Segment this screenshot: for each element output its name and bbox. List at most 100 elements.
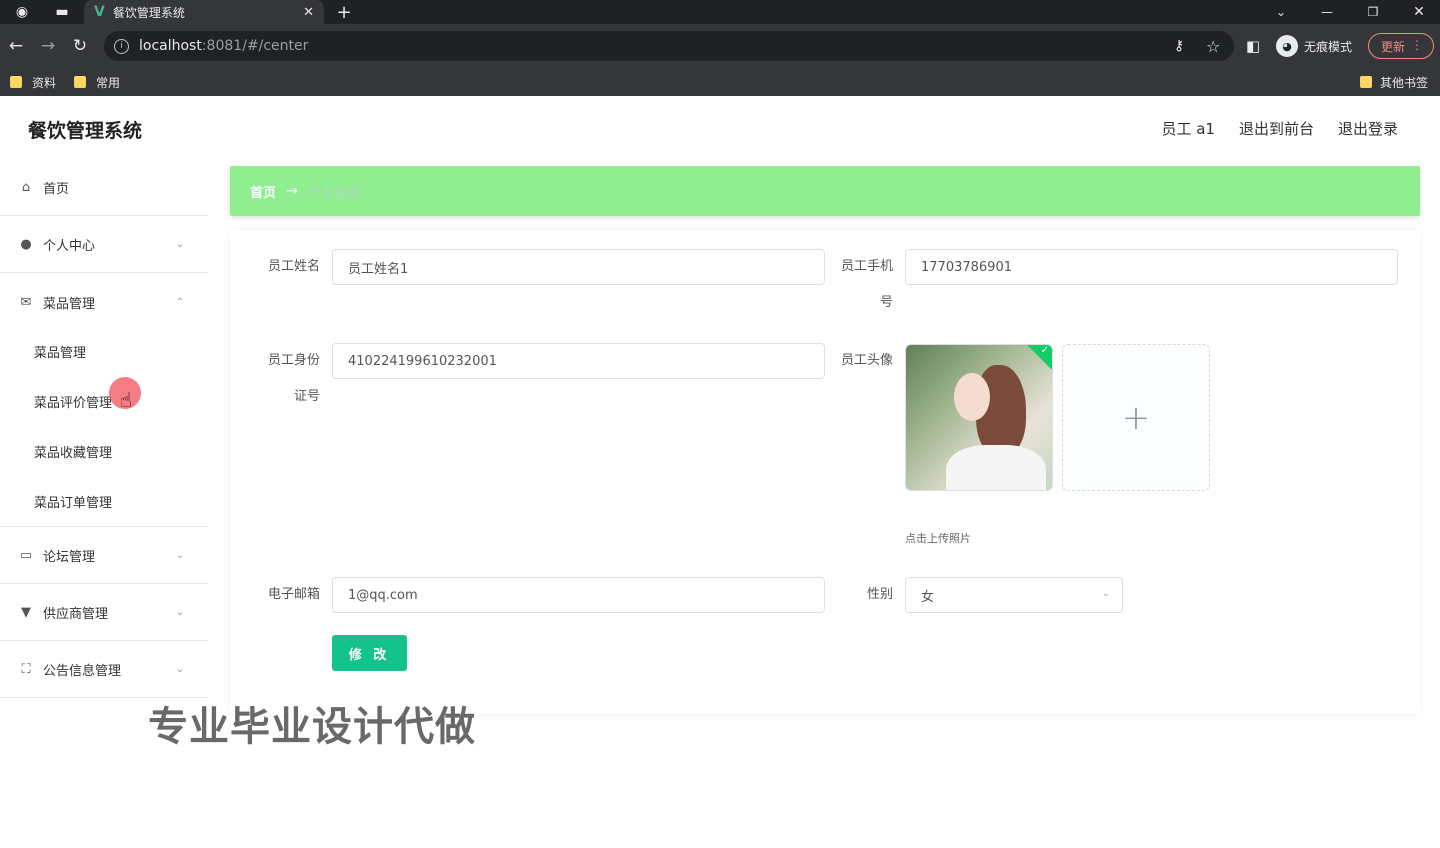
avatar-face [954, 373, 990, 421]
chevron-down-icon: ⌄ [175, 239, 184, 250]
chat-icon: ▭ [19, 547, 33, 563]
tab-close-icon[interactable]: ✕ [303, 5, 314, 20]
frame-icon: ⛶ [21, 661, 31, 677]
breadcrumb: 首页 → 个人信息 [230, 166, 1420, 216]
bookmarks-bar: 资料 常用 其他书签 [0, 68, 1440, 96]
chevron-down-icon: ⌄ [175, 549, 184, 561]
email-label: 电子邮箱 [267, 587, 320, 602]
side-panel-icon[interactable]: ◧ [1246, 31, 1260, 61]
browser-tab-active[interactable]: V 餐饮管理系统 ✕ [84, 0, 324, 24]
bookmark-folder-ziliao[interactable]: 资料 [10, 72, 56, 92]
app-title: 餐饮管理系统 [28, 120, 143, 142]
back-arrow-icon[interactable]: ← [2, 32, 30, 60]
check-icon: ✓ [1040, 345, 1049, 356]
app-header: 餐饮管理系统 员工 a1 退出到前台 退出登录 [0, 96, 1440, 160]
close-window-icon[interactable]: ✕ [1396, 0, 1440, 24]
bookmark-label: 资料 [32, 75, 57, 90]
restore-icon[interactable]: ❐ [1350, 0, 1396, 24]
current-user-link[interactable]: 员工 a1 [1161, 118, 1215, 139]
avatar-label: 员工头像 [840, 353, 893, 368]
new-tab-button[interactable]: + [326, 0, 362, 24]
sidebar-item-forum-management[interactable]: ▭ 论坛管理 ⌄ [0, 526, 208, 584]
tab-search-icon[interactable]: ▬ [44, 0, 80, 24]
site-info-icon[interactable]: i [114, 38, 129, 54]
sidebar-item-label: 个人中心 [43, 239, 96, 254]
logout-link[interactable]: 退出登录 [1338, 118, 1398, 139]
url-bar[interactable]: i localhost:8081/#/center [104, 31, 1234, 61]
update-label: 更新 [1381, 39, 1406, 54]
tab-list-chevron-icon[interactable]: ⌄ [1258, 0, 1304, 24]
gender-select[interactable]: 女 ⌄ [905, 577, 1123, 613]
breadcrumb-current: 个人信息 [307, 185, 360, 201]
incognito-indicator[interactable]: ◕ 无痕模式 [1276, 33, 1352, 59]
vue-logo-icon: V [94, 4, 105, 20]
profile-form: 员工姓名 员工姓名1 员工手机 号 17703786901 员工身份 证号 41… [230, 230, 1420, 714]
sidebar-menu: ⌂ 首页 ● 个人中心 ⌄ ✉ 菜品管理 ⌃ 菜品管理 菜品评价管理 菜品收藏管… [0, 160, 208, 700]
watermark-text: 专业毕业设计代做 [148, 704, 476, 750]
minimize-icon[interactable]: — [1304, 0, 1350, 24]
sidebar-item-label: 菜品管理 [43, 296, 96, 312]
gender-label: 性别 [866, 587, 893, 602]
sidebar-item-label: 公告信息管理 [43, 663, 122, 679]
plus-icon: + [1121, 397, 1151, 438]
sidebar-item-home[interactable]: ⌂ 首页 [0, 160, 208, 216]
sidebar-item-label: 供应商管理 [43, 606, 109, 622]
other-bookmarks-label: 其他书签 [1380, 75, 1429, 90]
chevron-down-icon: ⌄ [1101, 588, 1110, 599]
bookmark-folder-changyong[interactable]: 常用 [74, 72, 120, 92]
submenu-dish-order-management[interactable]: 菜品订单管理 [34, 492, 112, 511]
id-number-label-wrap: 证号 [293, 389, 320, 404]
sidebar-item-dish-management[interactable]: ✉ 菜品管理 ⌃ [0, 274, 208, 330]
url-path: :8081/#/center [201, 38, 309, 54]
key-icon[interactable]: ⚷ [1174, 31, 1184, 61]
header-links: 员工 a1 退出到前台 退出登录 [1161, 118, 1398, 139]
folder-icon [74, 76, 86, 88]
bookmark-star-icon[interactable]: ☆ [1206, 31, 1220, 61]
avatar-thumbnail[interactable]: ✓ [905, 344, 1053, 491]
url-host: localhost [139, 38, 202, 54]
browser-tab-bar: ◉ ▬ V 餐饮管理系统 ✕ + ⌄ — ❐ ✕ [0, 0, 1440, 24]
submenu-dish-favorite-management[interactable]: 菜品收藏管理 [34, 442, 112, 461]
sidebar-item-label: 首页 [43, 182, 70, 197]
sidebar-item-supplier-management[interactable]: ▼ 供应商管理 ⌄ [0, 584, 208, 641]
more-dots-icon: ⋮ [1411, 38, 1423, 52]
main-content: 首页 → 个人信息 员工姓名 员工姓名1 员工手机 号 17703786901 … [230, 166, 1420, 714]
gender-selected-value: 女 [921, 589, 935, 605]
submenu-dish-review-management[interactable]: 菜品评价管理 [34, 392, 112, 411]
sidebar-item-notice-management[interactable]: ⛶ 公告信息管理 ⌄ [0, 641, 208, 698]
user-icon: ● [20, 237, 32, 252]
avatar-shirt [946, 445, 1046, 490]
hand-cursor-icon: ☝ [120, 388, 133, 412]
forward-arrow-icon[interactable]: → [34, 32, 62, 60]
email-input[interactable]: 1@qq.com [332, 577, 825, 613]
submenu-dish-management[interactable]: 菜品管理 [34, 342, 86, 361]
id-number-input[interactable]: 410224199610232001 [332, 343, 825, 379]
incognito-icon: ◕ [1276, 35, 1298, 57]
browser-toolbar: ← → ↻ i localhost:8081/#/center ⚷ ☆ ◧ [0, 24, 1440, 68]
exit-to-front-link[interactable]: 退出到前台 [1239, 118, 1314, 139]
upload-tip: 点击上传照片 [905, 532, 971, 545]
sidebar-item-label: 论坛管理 [43, 549, 96, 565]
folder-icon [10, 76, 22, 88]
other-bookmarks[interactable]: 其他书签 [1360, 72, 1428, 92]
chevron-up-icon: ⌃ [175, 296, 184, 308]
folder-icon [1360, 76, 1372, 88]
incognito-label: 无痕模式 [1304, 39, 1353, 54]
tab-title: 餐饮管理系统 [112, 5, 185, 20]
breadcrumb-home[interactable]: 首页 [250, 182, 276, 201]
id-number-label: 员工身份 [267, 353, 320, 368]
phone-label: 员工手机 [840, 259, 893, 274]
name-input[interactable]: 员工姓名1 [332, 249, 825, 285]
submit-button[interactable]: 修 改 [332, 635, 407, 671]
name-label: 员工姓名 [267, 259, 320, 274]
chevron-down-icon: ⌄ [175, 663, 184, 675]
stamp-icon: ▼ [21, 604, 31, 620]
phone-input[interactable]: 17703786901 [905, 249, 1398, 285]
chrome-menu-icon[interactable]: ◉ [4, 0, 40, 24]
update-button[interactable]: 更新 ⋮ [1368, 33, 1434, 59]
reload-icon[interactable]: ↻ [66, 32, 94, 60]
upload-photo-button[interactable]: + [1062, 344, 1210, 491]
mail-icon: ✉ [20, 294, 32, 310]
breadcrumb-separator: → [286, 183, 298, 199]
sidebar-item-personal-center[interactable]: ● 个人中心 ⌄ [0, 217, 208, 273]
